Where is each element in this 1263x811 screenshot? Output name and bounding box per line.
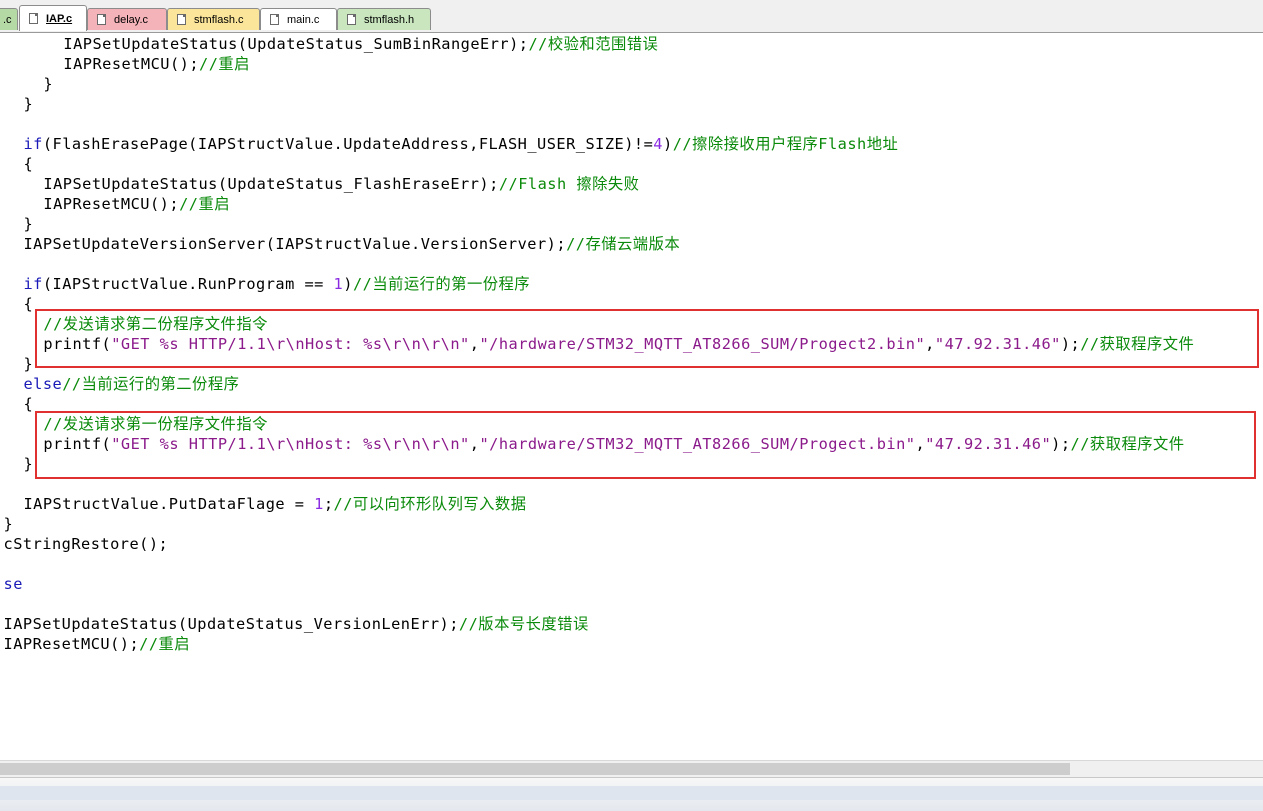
file-tab-bar: .c IAP.c delay.c stmflash.c main.c stmfl… [0,0,1263,33]
tab-delay-c[interactable]: delay.c [87,8,167,30]
code-token: //重启 [139,635,191,653]
code-token: 4 [653,135,663,153]
code-line: } [23,354,33,374]
code-line: IAPSetUpdateStatus(UpdateStatus_SumBinRa… [63,34,658,54]
file-icon [97,14,106,25]
horizontal-scrollbar[interactable] [0,760,1263,777]
tab-label: stmflash.c [194,13,244,26]
tab-label: delay.c [114,13,149,26]
code-token: } [23,215,34,233]
code-token: IAPResetMCU(); [63,55,200,73]
code-token: IAPResetMCU(); [3,635,140,653]
tab-label: main.c [287,13,320,26]
code-token: //当前运行的第一份程序 [352,275,531,293]
code-token: //当前运行的第二份程序 [62,375,240,393]
code-token: IAPSetUpdateStatus(UpdateStatus_SumBinRa… [63,35,529,53]
code-line: IAPSetUpdateStatus(UpdateStatus_VersionL… [4,614,589,634]
code-token: IAPSetUpdateVersionServer(IAPStructValue… [23,235,567,253]
code-line: IAPResetMCU();//重启 [4,634,191,654]
status-band [0,786,1263,800]
code-line: { [23,154,33,174]
code-line: if(IAPStructValue.RunProgram == 1)//当前运行… [23,274,530,294]
code-token: IAPStructValue.PutDataFlage = [23,495,315,513]
code-token: //版本号长度错误 [458,615,589,633]
code-token: if [23,275,43,293]
code-line: IAPSetUpdateStatus(UpdateStatus_FlashEra… [43,174,639,194]
code-line: if(FlashErasePage(IAPStructValue.UpdateA… [23,134,898,154]
tab-label: stmflash.h [364,13,415,26]
code-token: //擦除接收用户程序Flash地址 [672,135,899,153]
code-line: else//当前运行的第二份程序 [23,374,239,394]
code-line: IAPResetMCU();//重启 [63,54,250,74]
code-token: cStringRestore(); [3,535,169,553]
code-token: ) [343,275,353,293]
code-token: //可以向环形队列写入数据 [333,495,527,513]
code-token: IAPSetUpdateStatus(UpdateStatus_FlashEra… [43,175,499,193]
code-line: IAPResetMCU();//重启 [43,194,230,214]
code-token: } [23,455,34,473]
file-icon [347,14,356,25]
code-line: } [43,74,53,94]
tab-iap-c[interactable]: IAP.c [19,5,87,31]
code-token: ; [323,495,334,513]
code-token: //重启 [199,55,250,73]
highlight-box-progect2 [35,309,1259,368]
code-token: //存储云端版本 [566,235,681,253]
code-token: IAPResetMCU(); [43,195,180,213]
scrollbar-thumb[interactable] [0,763,1070,775]
status-bar [0,777,1263,811]
code-line: } [23,94,33,114]
code-token: 1 [333,275,344,293]
code-token: //Flash 擦除失败 [498,175,640,193]
code-token: if [23,135,43,153]
code-line: cStringRestore(); [4,534,169,554]
tab-stmflash-h[interactable]: stmflash.h [337,8,431,30]
file-icon [270,14,279,25]
tab-label: .c [3,13,12,26]
code-token: } [43,75,54,93]
tab-label: IAP.c [46,12,73,25]
code-editor[interactable]: IAPSetUpdateStatus(UpdateStatus_SumBinRa… [0,33,1263,760]
code-token: 1 [314,495,324,513]
code-line: IAPStructValue.PutDataFlage = 1;//可以向环形队… [23,494,526,514]
code-line: { [23,294,33,314]
code-line: } [23,214,33,234]
code-token: { [23,155,34,173]
code-token: (FlashErasePage(IAPStructValue.UpdateAdd… [42,135,654,153]
code-token: } [3,515,14,533]
code-line: { [23,394,33,414]
tab-main-c[interactable]: main.c [260,8,337,30]
file-icon [29,13,38,24]
code-line: se [4,574,23,594]
code-line: IAPSetUpdateVersionServer(IAPStructValue… [23,234,680,254]
code-token: (IAPStructValue.RunProgram == [42,275,334,293]
code-token: } [23,95,34,113]
code-token: ) [663,135,673,153]
tab-partial-c-file[interactable]: .c [0,8,18,30]
code-line: } [23,454,33,474]
file-icon [177,14,186,25]
code-token: } [23,355,34,373]
code-token: IAPSetUpdateStatus(UpdateStatus_VersionL… [3,615,459,633]
code-token: { [23,295,34,313]
code-token: else [23,375,63,393]
tab-stmflash-c[interactable]: stmflash.c [167,8,260,30]
code-token: //校验和范围错误 [528,35,659,53]
code-token: se [3,575,23,593]
highlight-box-progect [35,411,1256,479]
code-line: } [4,514,14,534]
code-token: { [23,395,34,413]
code-token: //重启 [179,195,230,213]
